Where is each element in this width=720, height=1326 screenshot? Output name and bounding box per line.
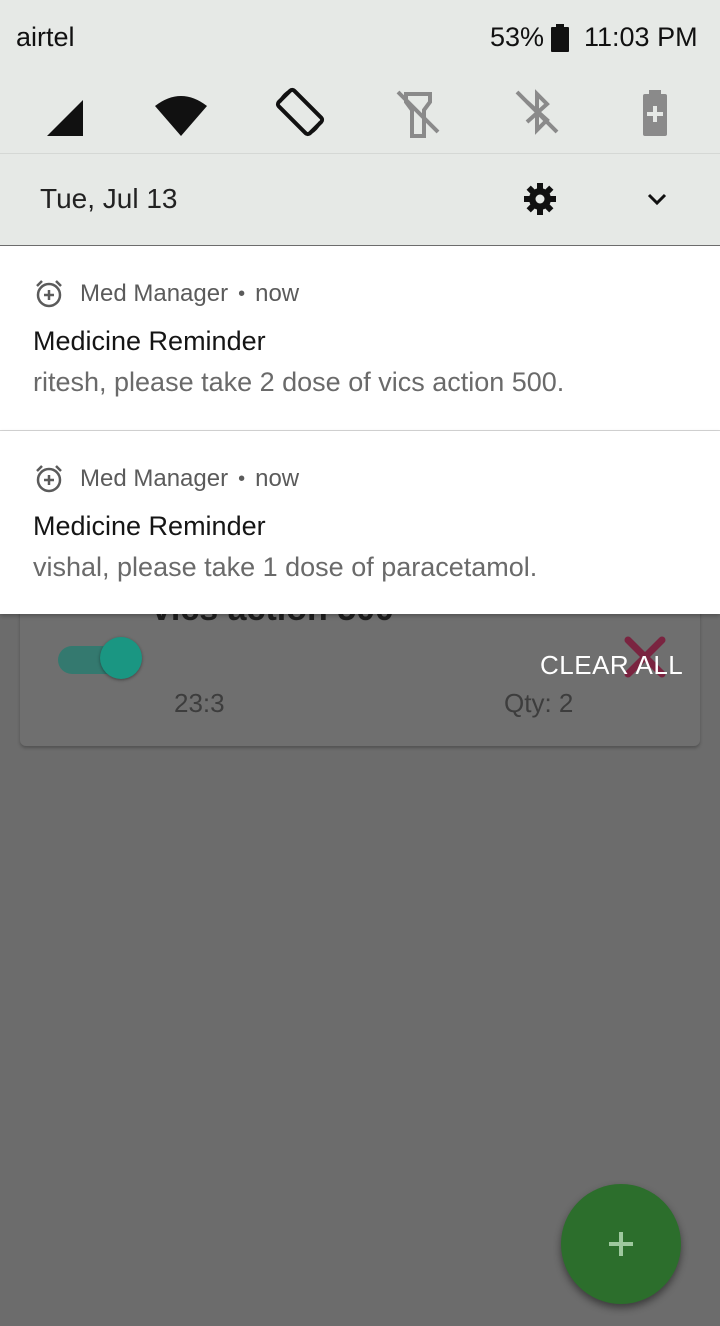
notification-card[interactable]: Med Manager • now Medicine Reminder vish… xyxy=(0,431,720,614)
add-medicine-button[interactable] xyxy=(561,1184,681,1304)
date-row: Tue, Jul 13 xyxy=(0,155,720,243)
notification-header: Med Manager • now xyxy=(34,278,299,310)
chevron-down-icon[interactable] xyxy=(643,185,671,213)
quick-settings-row xyxy=(0,72,720,152)
settings-gear-icon[interactable] xyxy=(523,182,557,216)
clock: 11:03 PM xyxy=(584,22,698,52)
status-bar: airtel 53% 11:03 PM xyxy=(0,0,720,72)
notification-app-name: Med Manager xyxy=(80,465,229,492)
notification-card[interactable]: Med Manager • now Medicine Reminder rite… xyxy=(0,246,720,430)
notification-body: vishal, please take 1 dose of paracetamo… xyxy=(33,552,538,582)
battery-saver-icon[interactable] xyxy=(627,84,683,140)
notification-title: Medicine Reminder xyxy=(33,326,266,356)
battery-icon xyxy=(551,24,569,52)
date-label: Tue, Jul 13 xyxy=(40,183,178,214)
clear-all-button[interactable]: CLEAR ALL xyxy=(540,650,683,681)
alarm-add-icon xyxy=(36,280,62,308)
reminder-time: 23:3 xyxy=(174,688,225,718)
flashlight-off-icon[interactable] xyxy=(390,84,446,140)
notification-body: ritesh, please take 2 dose of vics actio… xyxy=(33,367,565,397)
notification-app-name: Med Manager xyxy=(80,280,229,307)
quick-settings-panel: airtel 53% 11:03 PM Tue, Jul 13 xyxy=(0,0,720,245)
plus-icon xyxy=(609,1232,633,1256)
bluetooth-off-icon[interactable] xyxy=(509,84,565,140)
notification-time: now xyxy=(255,465,300,492)
wifi-icon[interactable] xyxy=(153,84,209,140)
reminder-toggle[interactable] xyxy=(100,637,142,679)
notification-time: now xyxy=(255,280,300,307)
alarm-add-icon xyxy=(36,465,62,493)
separator-dot: • xyxy=(238,467,246,490)
notification-header: Med Manager • now xyxy=(34,463,299,495)
cellular-signal-icon[interactable] xyxy=(43,84,99,140)
auto-rotate-icon[interactable] xyxy=(272,84,328,140)
battery-percentage: 53% xyxy=(490,22,545,52)
separator-dot: • xyxy=(238,282,246,305)
divider xyxy=(0,153,720,154)
notification-title: Medicine Reminder xyxy=(33,511,266,541)
medicine-quantity: Qty: 2 xyxy=(504,688,574,718)
carrier-name: airtel xyxy=(16,22,75,52)
